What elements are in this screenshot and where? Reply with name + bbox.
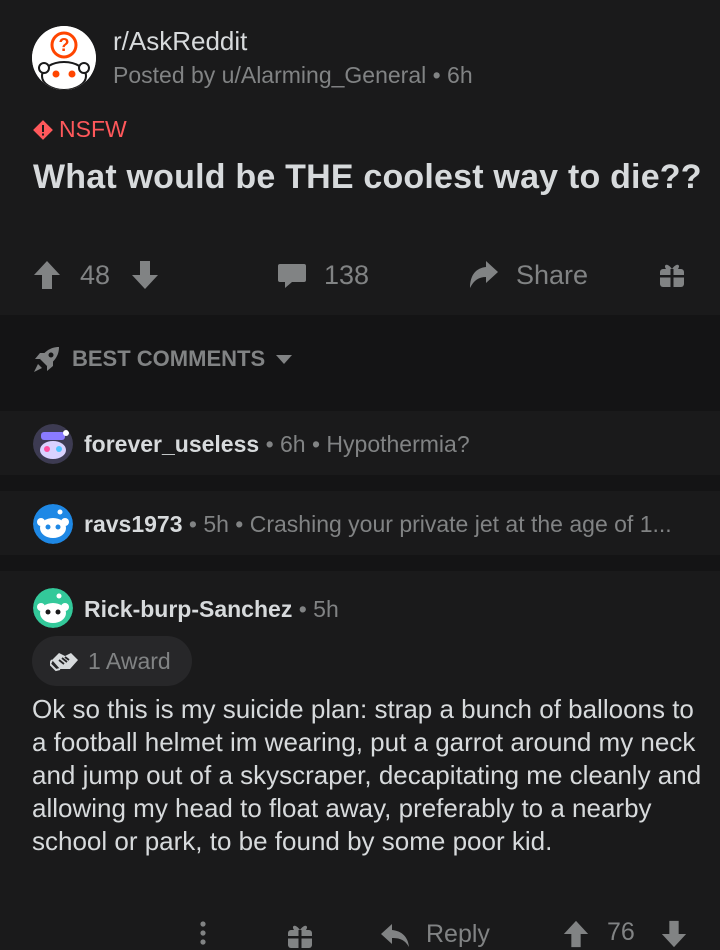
downvote-icon bbox=[132, 261, 158, 289]
comment-line: forever_useless • 6h • Hypothermia? bbox=[84, 431, 470, 458]
more-button[interactable] bbox=[198, 920, 208, 946]
gift-icon bbox=[288, 925, 312, 948]
comment-action-bar: Reply 76 bbox=[0, 916, 720, 949]
comment-meta: • 6h • Hypothermia? bbox=[259, 431, 470, 457]
post-action-bar: 48 138 Share bbox=[0, 252, 720, 298]
share-button[interactable]: Share bbox=[468, 252, 588, 298]
snoo-avatar-icon bbox=[33, 424, 73, 464]
snoo-question-icon: ? bbox=[32, 26, 96, 90]
post-meta[interactable]: Posted by u/Alarming_General • 6h bbox=[113, 62, 473, 89]
snoo-avatar-icon bbox=[33, 504, 73, 544]
comment-score: 76 bbox=[607, 918, 635, 946]
comment-upvote-button[interactable] bbox=[562, 920, 590, 948]
subreddit-name[interactable]: r/AskReddit bbox=[113, 26, 247, 57]
comment-sort-dropdown[interactable]: BEST COMMENTS bbox=[32, 344, 293, 374]
avatar[interactable] bbox=[33, 424, 73, 464]
reply-icon bbox=[381, 923, 409, 947]
downvote-icon bbox=[661, 920, 687, 948]
rocket-icon bbox=[34, 347, 59, 372]
comment-line: ravs1973 • 5h • Crashing your private je… bbox=[84, 511, 672, 538]
handshake-award-icon bbox=[50, 653, 78, 672]
sort-label: BEST COMMENTS bbox=[72, 346, 266, 371]
reply-label: Reply bbox=[426, 920, 490, 948]
comment-body: Ok so this is my suicide plan: strap a b… bbox=[32, 694, 702, 856]
comment-count: 138 bbox=[324, 259, 370, 290]
avatar[interactable] bbox=[33, 504, 73, 544]
nsfw-diamond-icon bbox=[33, 119, 53, 140]
subreddit-avatar[interactable]: ? bbox=[32, 26, 96, 90]
upvote-icon bbox=[34, 261, 60, 289]
comment-meta: • 5h bbox=[292, 596, 339, 622]
reply-button[interactable]: Reply bbox=[380, 920, 490, 949]
comment-username[interactable]: forever_useless bbox=[84, 431, 259, 457]
downvote-button[interactable] bbox=[131, 252, 159, 298]
gift-icon bbox=[660, 264, 684, 287]
divider bbox=[0, 555, 720, 571]
upvote-icon bbox=[563, 920, 589, 948]
comment-username[interactable]: Rick-burp-Sanchez bbox=[84, 596, 292, 622]
award-badge[interactable]: 1 Award bbox=[32, 636, 192, 686]
share-icon bbox=[470, 261, 498, 288]
nsfw-tag: NSFW bbox=[33, 116, 127, 143]
more-icon bbox=[200, 921, 206, 945]
caret-down-icon bbox=[276, 355, 293, 364]
post-card: ? r/AskReddit Posted by u/Alarming_Gener… bbox=[0, 0, 720, 315]
comment-icon bbox=[278, 264, 306, 288]
snoo-avatar-icon bbox=[33, 588, 73, 628]
divider bbox=[0, 475, 720, 491]
award-label: 1 Award bbox=[88, 647, 171, 674]
comment-line: Rick-burp-Sanchez • 5h bbox=[84, 596, 339, 623]
avatar[interactable] bbox=[33, 588, 73, 628]
upvote-button[interactable] bbox=[33, 252, 61, 298]
comments-button[interactable]: 138 bbox=[277, 252, 369, 298]
comment-username[interactable]: ravs1973 bbox=[84, 511, 183, 537]
post-title[interactable]: What would be THE coolest way to die?? bbox=[33, 158, 702, 197]
award-button[interactable] bbox=[659, 252, 685, 298]
share-label: Share bbox=[516, 259, 589, 290]
comment-downvote-button[interactable] bbox=[660, 920, 688, 948]
nsfw-label: NSFW bbox=[59, 116, 127, 142]
comment-meta: • 5h • Crashing your private jet at the … bbox=[182, 511, 672, 537]
vote-count: 48 bbox=[80, 259, 111, 290]
svg-text:?: ? bbox=[59, 35, 70, 55]
award-button[interactable] bbox=[287, 922, 313, 950]
